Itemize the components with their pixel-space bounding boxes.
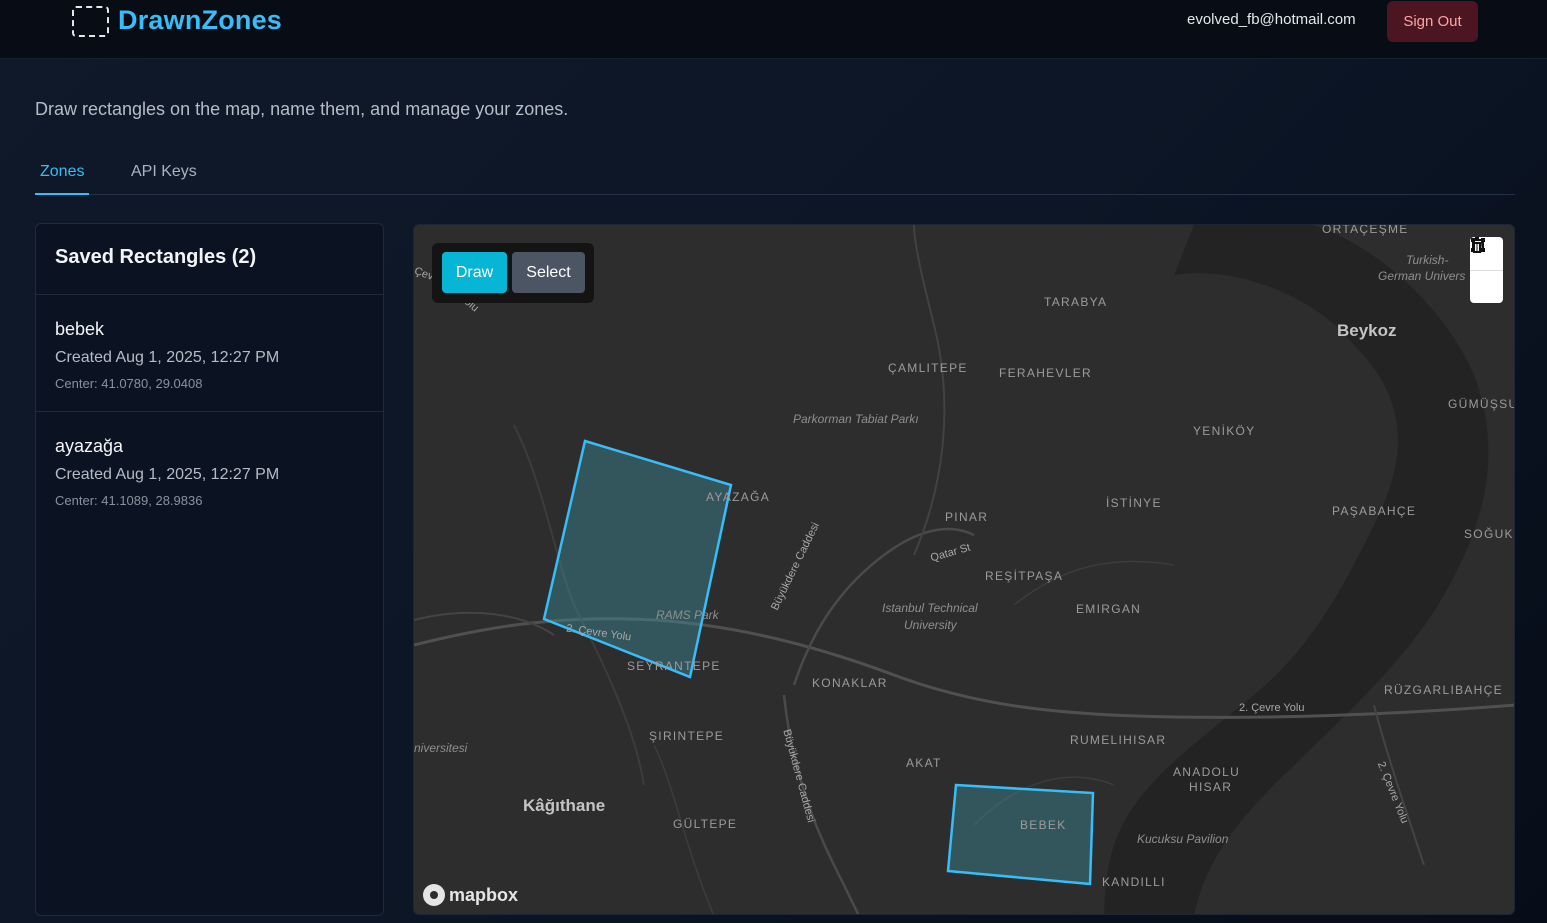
tab-bar: Zones API Keys [35,156,1515,195]
user-email: evolved_fb@hotmail.com [1187,11,1356,28]
draw-button[interactable]: Draw [442,252,507,293]
zone-rectangle-ayazaga[interactable] [542,439,733,679]
map-label: Beykoz [1337,321,1397,340]
zone-list-item[interactable]: ayazağa Created Aug 1, 2025, 12:27 PM Ce… [36,412,383,529]
map-label: ORTAÇEŞME [1322,224,1409,236]
map-draw-controls [1470,237,1503,303]
zone-center: Center: 41.1089, 28.9836 [55,493,203,508]
zone-list-item[interactable]: bebek Created Aug 1, 2025, 12:27 PM Cent… [36,295,383,412]
road-minor [1013,560,1175,606]
map-label: TARABYA [1044,295,1108,309]
road [414,611,555,636]
map-label: University [904,618,957,632]
map-label: HISAR [1189,780,1233,794]
map-canvas[interactable]: ORTAÇEŞME Turkish- German Univers TARABY… [413,224,1515,915]
map-label: RAMS Park [656,608,719,622]
zone-rectangle-bebek[interactable] [946,783,1095,886]
map-label: Kâğıthane [523,796,606,815]
map-label: RUMELIHISAR [1070,733,1167,747]
map-label: Parkorman Tabiat Parkı [793,412,919,426]
zone-name: bebek [55,319,105,339]
mapbox-logo-icon [423,884,445,906]
map-label: GÜLTEPE [673,817,738,831]
map-label: PAŞABAHÇE [1332,504,1417,518]
tab-api-keys[interactable]: API Keys [131,163,197,195]
mapbox-wordmark: mapbox [449,884,519,905]
brand-name[interactable]: DrawnZones [118,5,282,36]
zone-created: Created Aug 1, 2025, 12:27 PM [55,466,280,483]
panel-title: Saved Rectangles (2) [36,224,383,295]
road-buyukdere-south [782,694,860,914]
map-label: Istanbul Technical [882,601,978,615]
road-north [913,225,946,556]
select-button[interactable]: Select [512,252,585,293]
map-label: KANDILLI [1102,875,1166,889]
sign-out-button[interactable]: Sign Out [1387,1,1478,42]
map-label: ŞIRINTEPE [649,729,725,743]
dashed-rectangle-logo-icon [72,6,109,37]
map-label: GÜMÜŞSU [1448,397,1515,411]
map-label: 2. Çevre Yolu [1239,702,1305,714]
bosphorus-water [1104,225,1489,914]
map-label: SEYRANTEPE [627,659,721,673]
map-label: BEBEK [1020,818,1067,832]
map-label: YENİKÖY [1193,424,1256,438]
map-label: AKAT [906,756,942,770]
map-label: German Univers [1378,269,1466,283]
saved-rectangles-panel: Saved Rectangles (2) bebek Created Aug 1… [35,223,384,916]
map-label: AYAZAĞA [706,490,771,504]
road-east [1373,704,1425,866]
tab-zones[interactable]: Zones [35,163,89,195]
map-label: PINAR [945,510,989,524]
map-label: EMIRGAN [1076,602,1142,616]
map-label: Kucuksu Pavilion [1137,832,1229,846]
map-label: ANADOLU [1173,765,1241,779]
trash-icon[interactable] [1470,237,1503,303]
map-label: İSTİNYE [1106,496,1162,510]
map-label: SOĞUKS [1464,527,1514,541]
map-label: Turkish- [1406,253,1449,267]
map-label: KONAKLAR [812,676,888,690]
map-label: niversitesi [414,741,468,755]
page-subtitle: Draw rectangles on the map, name them, a… [35,99,569,119]
top-navbar: DrawnZones evolved_fb@hotmail.com Sign O… [0,0,1547,59]
map-label: RÜZGARLIBAHÇE [1384,683,1503,697]
zone-created: Created Aug 1, 2025, 12:27 PM [55,349,280,366]
zone-name: ayazağa [55,436,124,456]
mapbox-attribution[interactable]: mapbox [423,884,518,906]
map-label: FERAHEVLER [999,366,1093,380]
draw-mode-toolbar: Draw Select [432,243,594,303]
map-label: REŞİTPAŞA [985,569,1064,583]
zone-center: Center: 41.0780, 29.0408 [55,376,203,391]
map-label: ÇAMLITEPE [888,361,968,375]
